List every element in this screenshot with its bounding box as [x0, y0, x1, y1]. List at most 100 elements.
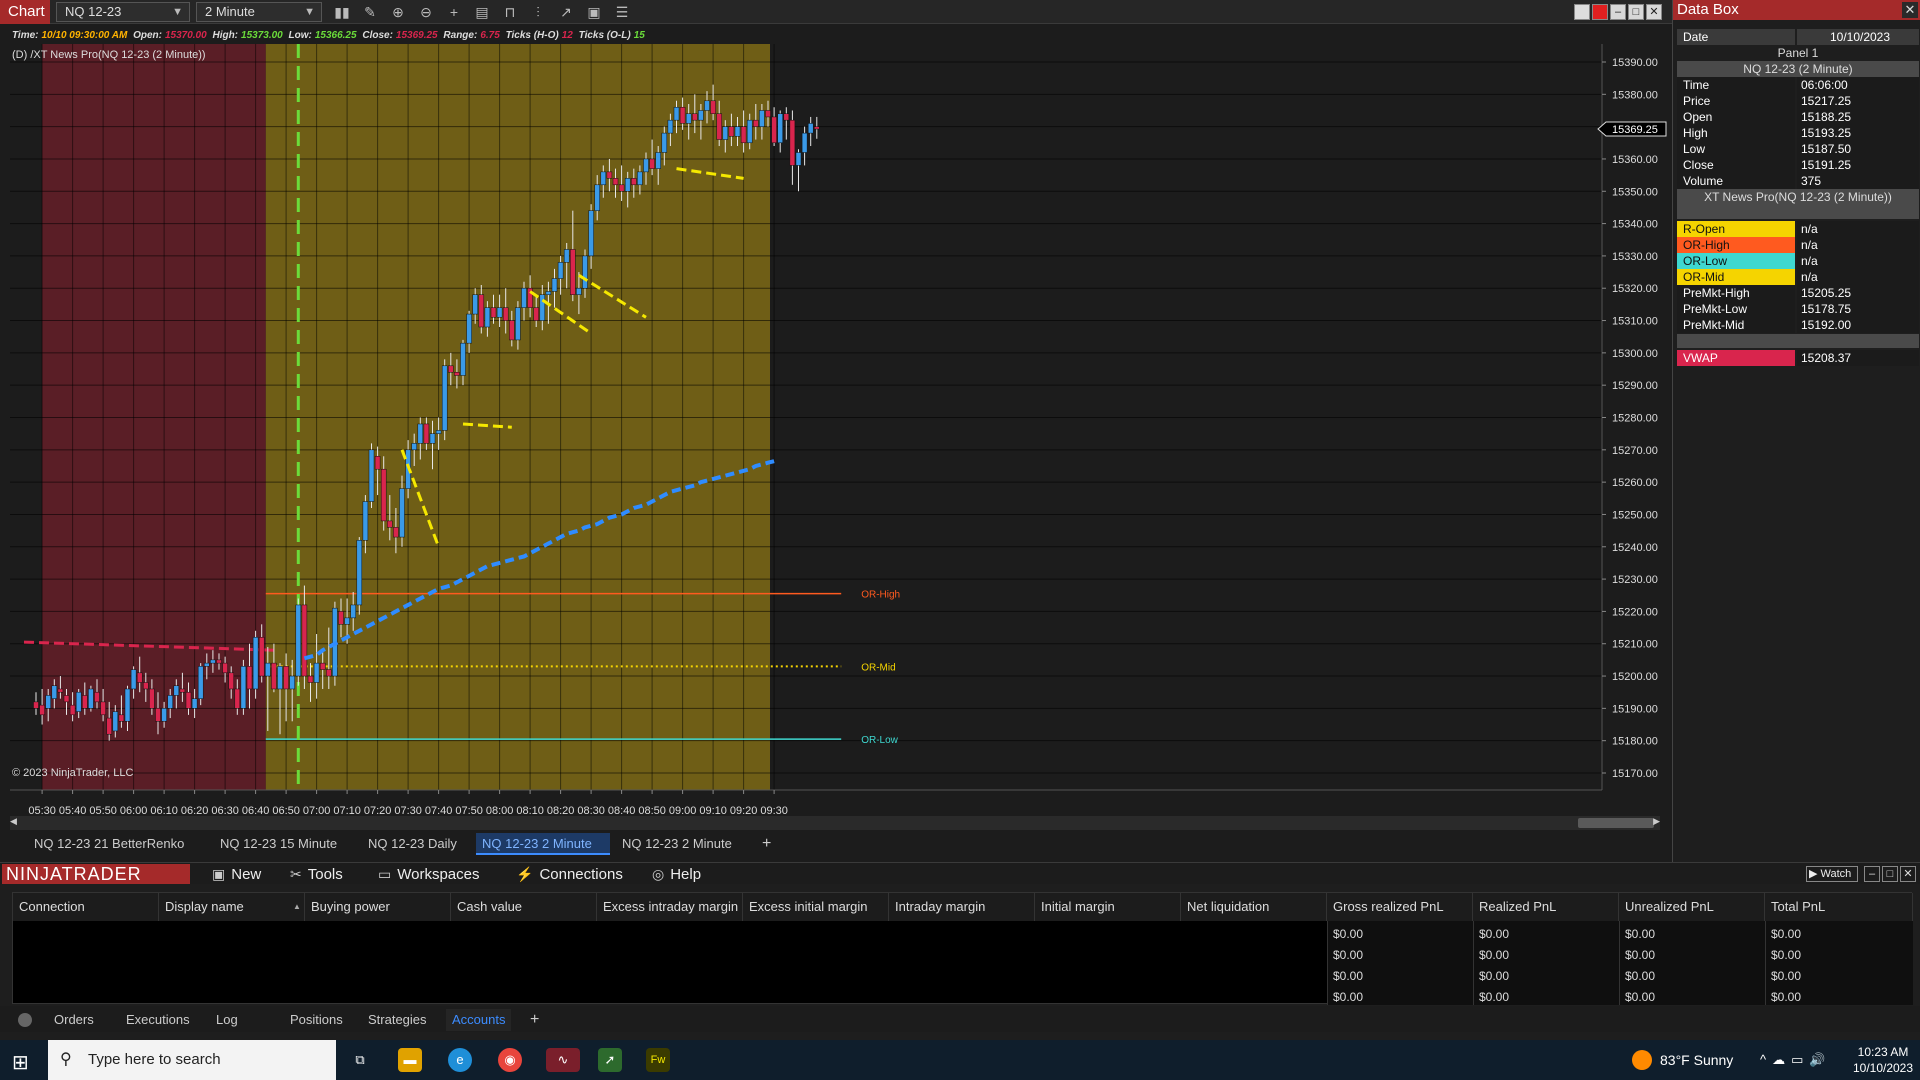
candle-body: [734, 126, 741, 137]
crosshair-icon[interactable]: +: [444, 3, 464, 21]
task-view-icon[interactable]: ⧉: [348, 1048, 372, 1072]
column-header[interactable]: Connection: [13, 893, 159, 921]
candle-body: [252, 637, 259, 690]
horizontal-scrollbar[interactable]: ◀ ▶: [10, 816, 1660, 830]
tab-accounts[interactable]: Accounts: [446, 1009, 512, 1031]
instrument-selector[interactable]: NQ 12-23 ▼: [56, 2, 190, 22]
minimize-icon[interactable]: –: [1864, 866, 1880, 882]
drawing-tool-icon[interactable]: ✎: [360, 3, 380, 21]
db-row: Close 15191.25: [1677, 157, 1919, 173]
windows-start-icon[interactable]: ⊞: [12, 1050, 29, 1075]
watch-label: Watch: [1820, 868, 1852, 880]
scrollbar-thumb[interactable]: [1578, 818, 1654, 828]
chart-window-tab[interactable]: Chart: [0, 0, 50, 24]
column-header[interactable]: Realized PnL: [1473, 893, 1619, 921]
interval-selector[interactable]: 2 Minute ▼: [196, 2, 322, 22]
db-row: Time 06:06:00: [1677, 77, 1919, 93]
fireworks-app-icon[interactable]: Fw: [646, 1048, 670, 1072]
sort-asc-icon[interactable]: ▲: [293, 893, 301, 921]
tab-log[interactable]: Log: [210, 1009, 244, 1031]
taskbar-clock[interactable]: 10:23 AM 10/10/2023: [1852, 1044, 1914, 1076]
add-tab-icon[interactable]: +: [756, 833, 777, 855]
candle-body: [545, 291, 552, 295]
candle-body: [600, 171, 607, 186]
file-explorer-icon[interactable]: ▬: [398, 1048, 422, 1072]
column-header[interactable]: Excess intraday margin: [597, 893, 743, 921]
column-header[interactable]: Gross realized PnL: [1327, 893, 1473, 921]
bar-type-icon[interactable]: ▮▮: [332, 3, 352, 21]
price-chart[interactable]: 15170.00 15180.00 15190.00 15200.00 15210.00…: [0, 24, 1672, 814]
table-cell: $0.00: [1625, 927, 1656, 941]
chart-tab-2min-active[interactable]: NQ 12-23 2 Minute: [476, 833, 610, 855]
close-icon[interactable]: ✕: [1902, 2, 1918, 18]
candle-body: [551, 278, 558, 292]
table-cell: $0.00: [1479, 969, 1510, 983]
templates-icon[interactable]: ⊓: [500, 3, 520, 21]
object-list-icon[interactable]: ☰: [612, 3, 632, 21]
menu-label: New: [231, 866, 262, 883]
menu-new[interactable]: ▣ New: [212, 865, 261, 883]
watch-button[interactable]: ▶ Watch: [1806, 866, 1858, 882]
db-key: High: [1677, 125, 1795, 141]
close-icon[interactable]: ✕: [1900, 866, 1916, 882]
candle-body: [576, 287, 582, 295]
chart-tab-15min[interactable]: NQ 12-23 15 Minute: [214, 833, 343, 855]
color-swatch-icon[interactable]: [1574, 4, 1590, 20]
tab-strategies[interactable]: Strategies: [362, 1009, 433, 1031]
column-header[interactable]: Excess initial margin: [743, 893, 889, 921]
tab-positions[interactable]: Positions: [284, 1009, 349, 1031]
candle-body: [411, 443, 417, 451]
weather-text[interactable]: 83°F Sunny: [1660, 1052, 1733, 1068]
column-header[interactable]: Cash value: [451, 893, 597, 921]
maximize-icon[interactable]: □: [1628, 4, 1644, 20]
column-header[interactable]: Intraday margin: [889, 893, 1035, 921]
db-key: Price: [1677, 93, 1795, 109]
column-header[interactable]: Unrealized PnL: [1619, 893, 1765, 921]
candle-body: [191, 698, 198, 709]
zoom-in-icon[interactable]: ⊕: [388, 3, 408, 21]
y-tick-label: 15310.00: [1612, 316, 1658, 328]
add-tab-icon[interactable]: +: [524, 1009, 545, 1031]
chart-tab-renko[interactable]: NQ 12-23 21 BetterRenko: [28, 833, 190, 855]
menu-label: Tools: [307, 866, 343, 883]
chrome-browser-icon[interactable]: ◉: [498, 1048, 522, 1072]
column-header[interactable]: Initial margin: [1035, 893, 1181, 921]
column-header[interactable]: Display name: [159, 893, 305, 921]
menu-help[interactable]: ◎ Help: [652, 865, 701, 883]
taskbar-search-input[interactable]: ⚲ Type here to search: [48, 1040, 336, 1080]
zoom-out-icon[interactable]: ⊖: [416, 3, 436, 21]
ninjatrader-app-icon[interactable]: ∿: [546, 1048, 580, 1072]
scroll-right-icon[interactable]: ▶: [1653, 816, 1660, 827]
data-box-title: Data Box: [1673, 0, 1920, 20]
level-label-or-low: OR-Low: [861, 735, 898, 746]
data-series-icon[interactable]: ▤: [472, 3, 492, 21]
properties-icon[interactable]: ▣: [584, 3, 604, 21]
strategies-icon[interactable]: ↗: [556, 3, 576, 21]
column-header[interactable]: Buying power: [305, 893, 451, 921]
y-tick-label: 15200.00: [1612, 671, 1658, 683]
candle-body: [594, 184, 600, 211]
link-color-icon[interactable]: [1592, 4, 1608, 20]
indicators-icon[interactable]: ⫶: [528, 3, 548, 21]
candle-body: [368, 449, 375, 502]
close-icon[interactable]: ✕: [1646, 4, 1662, 20]
scroll-left-icon[interactable]: ◀: [10, 816, 17, 827]
menu-tools[interactable]: ✂ Tools: [290, 865, 343, 883]
menu-connections[interactable]: ⚡ Connections: [516, 865, 623, 883]
column-header[interactable]: Total PnL: [1765, 893, 1913, 921]
db-value: 15191.25: [1797, 157, 1919, 173]
last-price-label: 15369.25: [1612, 124, 1658, 136]
chart-tab-2min[interactable]: NQ 12-23 2 Minute: [616, 833, 738, 855]
tab-orders[interactable]: Orders: [48, 1009, 100, 1031]
app-icon[interactable]: ➚: [598, 1048, 622, 1072]
maximize-icon[interactable]: □: [1882, 866, 1898, 882]
chart-tab-daily[interactable]: NQ 12-23 Daily: [362, 833, 463, 855]
menu-workspaces[interactable]: ▭ Workspaces: [378, 865, 480, 883]
candle-body: [204, 662, 210, 667]
edge-browser-icon[interactable]: e: [448, 1048, 472, 1072]
column-header[interactable]: Net liquidation: [1181, 893, 1327, 921]
minimize-icon[interactable]: –: [1610, 4, 1626, 20]
tab-executions[interactable]: Executions: [120, 1009, 196, 1031]
windows-taskbar: ⊞ ⚲ Type here to search ⧉ ▬ e ◉ ∿ ➚ Fw 8…: [0, 1040, 1920, 1080]
system-tray-icons[interactable]: ^☁▭🔊: [1760, 1052, 1832, 1068]
